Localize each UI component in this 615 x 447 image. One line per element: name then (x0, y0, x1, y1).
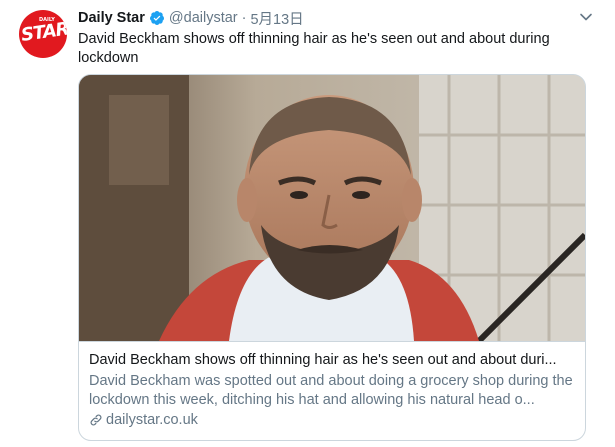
card-domain-text: dailystar.co.uk (106, 412, 198, 428)
card-domain: dailystar.co.uk (89, 412, 575, 428)
link-card[interactable]: David Beckham shows off thinning hair as… (78, 74, 586, 441)
separator-dot: · (241, 10, 247, 26)
card-description: David Beckham was spotted out and about … (89, 373, 573, 408)
avatar[interactable]: DAILY STAR (19, 10, 67, 58)
avatar-logo-text: STAR (19, 18, 67, 46)
verified-badge-icon (149, 11, 164, 25)
link-icon (90, 414, 102, 426)
tweet-date[interactable]: 5月13日 (250, 8, 303, 29)
user-handle[interactable]: @dailystar (169, 10, 238, 26)
card-title: David Beckham shows off thinning hair as… (89, 352, 557, 368)
tweet-text: David Beckham shows off thinning hair as… (78, 31, 550, 66)
tweet-header: Daily Star @dailystar · 5月13日 (78, 8, 304, 28)
card-photo (79, 75, 585, 341)
display-name[interactable]: Daily Star (78, 10, 145, 26)
card-body[interactable]: David Beckham shows off thinning hair as… (79, 341, 585, 440)
card-image[interactable] (79, 75, 585, 341)
chevron-down-icon[interactable] (579, 10, 593, 24)
